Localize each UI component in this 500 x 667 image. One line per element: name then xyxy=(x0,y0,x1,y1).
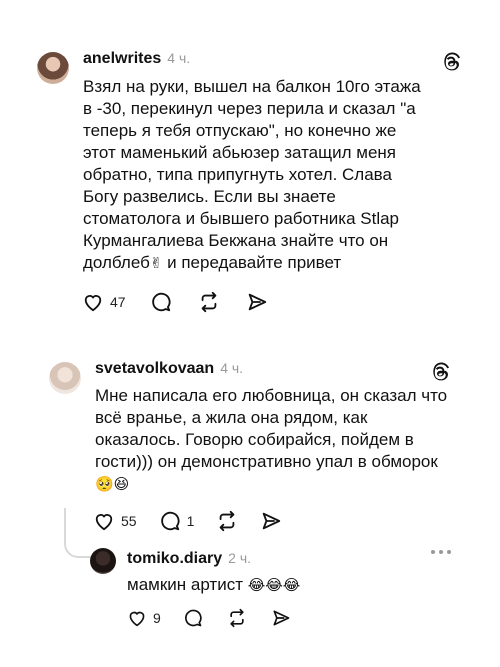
repost-icon xyxy=(220,510,235,532)
post-text: мамкин артист 😂😂😂 xyxy=(127,575,301,594)
like-button[interactable]: 47 xyxy=(82,292,126,312)
comment-icon xyxy=(160,511,180,531)
reply-button[interactable] xyxy=(183,608,203,628)
timestamp: 2 ч. xyxy=(228,550,251,566)
heart-icon xyxy=(84,295,102,312)
send-icon xyxy=(263,512,281,530)
threads-logo-icon xyxy=(444,52,460,71)
post-text: Взял на руки, вышел на балкон 10го этажа… xyxy=(83,77,421,272)
timestamp: 4 ч. xyxy=(167,50,191,66)
repost-icon xyxy=(201,291,216,313)
username[interactable]: svetavolkovaan xyxy=(95,360,214,378)
repost-button[interactable] xyxy=(227,608,247,628)
like-button[interactable]: 9 xyxy=(127,609,161,627)
reply-count: 1 xyxy=(186,513,195,529)
timestamp: 4 ч. xyxy=(220,360,244,376)
share-button[interactable] xyxy=(260,510,282,532)
like-count: 9 xyxy=(153,610,161,626)
post-header: anelwrites 4 ч. xyxy=(83,50,190,68)
laughing-emoji: 😂😂😂 xyxy=(247,576,301,594)
avatar[interactable] xyxy=(37,52,69,84)
heart-icon xyxy=(129,611,145,627)
reply-button[interactable]: 1 xyxy=(159,510,195,532)
like-count: 55 xyxy=(121,513,137,529)
repost-button[interactable] xyxy=(216,510,238,532)
comment-icon xyxy=(184,609,202,627)
username[interactable]: tomiko.diary xyxy=(127,550,222,568)
avatar[interactable] xyxy=(90,548,116,574)
repost-icon xyxy=(230,608,244,628)
username[interactable]: anelwrites xyxy=(83,50,161,68)
more-icon[interactable] xyxy=(431,550,451,554)
post-actions: 47 xyxy=(82,291,268,313)
send-icon xyxy=(248,293,266,311)
reaction-emoji: 🥺😆 xyxy=(95,475,130,493)
send-icon xyxy=(273,610,290,626)
like-count: 47 xyxy=(110,294,126,310)
repost-button[interactable] xyxy=(198,291,220,313)
avatar[interactable] xyxy=(49,362,81,394)
reply-thread-line xyxy=(64,508,94,558)
post-actions: 55 1 xyxy=(93,510,282,532)
victory-hand-emoji: ✌ xyxy=(149,254,163,272)
share-button[interactable] xyxy=(246,291,268,313)
reply-button[interactable] xyxy=(150,291,172,313)
share-button[interactable] xyxy=(271,608,291,628)
threads-logo-icon xyxy=(433,362,449,381)
post-text: Мне написала его любовница, он сказал чт… xyxy=(95,386,448,493)
comment-icon xyxy=(151,292,171,312)
post-actions: 9 xyxy=(127,608,291,628)
heart-icon xyxy=(95,514,113,531)
post-header: svetavolkovaan 4 ч. xyxy=(95,360,243,378)
like-button[interactable]: 55 xyxy=(93,511,137,531)
post-header: tomiko.diary 2 ч. xyxy=(127,550,251,568)
